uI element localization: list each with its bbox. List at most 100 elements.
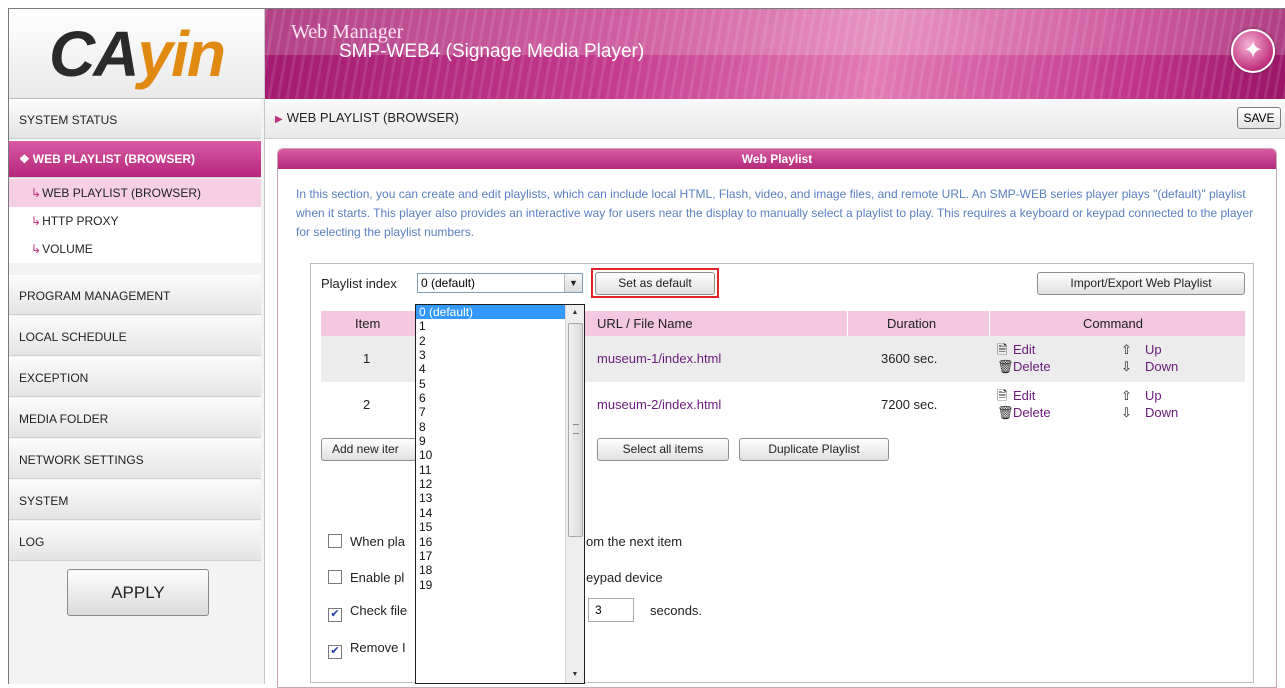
dropdown-option[interactable]: 8	[416, 420, 566, 434]
nav-program-management[interactable]: PROGRAM MANAGEMENT	[9, 275, 261, 315]
header-banner: Web Manager SMP-WEB4 (Signage Media Play…	[265, 9, 1285, 99]
chevron-down-icon[interactable]: ▼	[564, 274, 582, 292]
dropdown-scrollbar[interactable]: ▲ ▼	[565, 305, 584, 683]
checkbox-checked[interactable]: ✔	[328, 645, 342, 659]
logo-area: CAyin	[9, 9, 265, 99]
dropdown-option[interactable]: 4	[416, 362, 566, 376]
dropdown-option[interactable]: 10	[416, 448, 566, 462]
col-command: Command	[1083, 316, 1143, 331]
col-duration: Duration	[887, 316, 937, 331]
edit-icon: 🗎	[997, 342, 1008, 357]
subnav-web-playlist[interactable]: ↳WEB PLAYLIST (BROWSER)	[9, 179, 261, 207]
scroll-up-icon[interactable]: ▲	[566, 305, 584, 321]
apply-button[interactable]: APPLY	[67, 569, 209, 616]
sub-arrow-icon: ↳	[31, 242, 42, 256]
nav-system-status[interactable]: SYSTEM STATUS	[9, 99, 261, 139]
col-url: URL / File Name	[597, 316, 693, 331]
arrow-down-icon: ⇩	[1121, 359, 1132, 374]
dropdown-option[interactable]: 11	[416, 463, 566, 477]
trash-icon: 🗑	[997, 359, 1014, 374]
up-link[interactable]: Up	[1145, 342, 1162, 357]
row-item: 1	[363, 351, 371, 366]
dropdown-option[interactable]: 2	[416, 334, 566, 348]
subnav-http-proxy[interactable]: ↳HTTP PROXY	[9, 207, 261, 235]
subnav-volume[interactable]: ↳VOLUME	[9, 235, 261, 263]
diamond-bullet-icon: ❖	[19, 152, 30, 166]
scrollbar-thumb[interactable]	[568, 323, 583, 537]
select-all-button[interactable]: Select all items	[597, 438, 729, 461]
option-keypad[interactable]: Enable pl	[328, 569, 404, 587]
nav-network-settings[interactable]: NETWORK SETTINGS	[9, 439, 261, 479]
nav-exception[interactable]: EXCEPTION	[9, 357, 261, 397]
option-loop[interactable]: When pla	[328, 533, 405, 551]
dropdown-options[interactable]: 0 (default) 1 2 3 4 5 6 7 8 9 10 11 12 13 14 15 16 17 18 19	[416, 305, 566, 592]
row-url[interactable]: museum-2/index.html	[597, 382, 721, 428]
dropdown-option[interactable]: 6	[416, 391, 566, 405]
breadcrumb: ▶ WEB PLAYLIST (BROWSER)	[275, 110, 459, 125]
panel-title: Web Playlist	[278, 149, 1276, 169]
option-check-file-tail: seconds.	[650, 603, 703, 618]
option-check-file[interactable]: ✔ Check file	[328, 602, 407, 622]
dropdown-option[interactable]: 13	[416, 491, 566, 505]
sidebar: SYSTEM STATUS ❖ WEB PLAYLIST (BROWSER) ↳W…	[9, 99, 265, 684]
dropdown-option[interactable]: 1	[416, 319, 566, 333]
arrow-up-icon: ⇧	[1121, 388, 1132, 403]
scroll-down-icon[interactable]: ▼	[566, 667, 584, 683]
dropdown-option[interactable]: 7	[416, 405, 566, 419]
save-button[interactable]: SAVE	[1237, 107, 1281, 129]
nav-media-folder[interactable]: MEDIA FOLDER	[9, 398, 261, 438]
highlight-box	[591, 268, 719, 298]
cayin-logo: CAyin	[49, 17, 226, 90]
dropdown-option[interactable]: 3	[416, 348, 566, 362]
dropdown-option[interactable]: 0 (default)	[416, 305, 566, 320]
seconds-input[interactable]: 3	[588, 598, 634, 622]
dropdown-option[interactable]: 17	[416, 549, 566, 563]
duplicate-playlist-button[interactable]: Duplicate Playlist	[739, 438, 889, 461]
device-title: SMP-WEB4 (Signage Media Player)	[339, 41, 645, 62]
option-remove[interactable]: ✔ Remove I	[328, 639, 406, 659]
checkbox[interactable]	[328, 570, 342, 584]
nav-log[interactable]: LOG	[9, 521, 261, 561]
trash-icon: 🗑	[997, 405, 1014, 420]
row-url[interactable]: museum-1/index.html	[597, 336, 721, 382]
sub-arrow-icon: ↳	[31, 214, 42, 228]
triangle-right-icon: ▶	[275, 114, 283, 125]
playlist-index-select[interactable]: 0 (default) ▼	[417, 273, 583, 293]
option-keypad-tail: eypad device	[586, 570, 663, 585]
dropdown-option[interactable]: 9	[416, 434, 566, 448]
magic-wand-icon[interactable]: ✦	[1231, 29, 1275, 73]
dropdown-option[interactable]: 15	[416, 520, 566, 534]
edit-link[interactable]: Edit	[1013, 342, 1035, 357]
arrow-up-icon: ⇧	[1121, 342, 1132, 357]
delete-link[interactable]: Delete	[1013, 405, 1051, 420]
dropdown-option[interactable]: 14	[416, 506, 566, 520]
import-export-button[interactable]: Import/Export Web Playlist	[1037, 272, 1245, 295]
down-link[interactable]: Down	[1145, 405, 1178, 420]
checkbox[interactable]	[328, 534, 342, 548]
edit-icon: 🗎	[997, 388, 1008, 403]
nav-system[interactable]: SYSTEM	[9, 480, 261, 520]
playlist-index-label: Playlist index	[321, 276, 397, 291]
delete-link[interactable]: Delete	[1013, 359, 1051, 374]
checkbox-checked[interactable]: ✔	[328, 608, 342, 622]
nav-local-schedule[interactable]: LOCAL SCHEDULE	[9, 316, 261, 356]
arrow-down-icon: ⇩	[1121, 405, 1132, 420]
playlist-index-dropdown[interactable]: 0 (default) 1 2 3 4 5 6 7 8 9 10 11 12 13 14 15 16 17 18 19…	[415, 304, 585, 684]
up-link[interactable]: Up	[1145, 388, 1162, 403]
col-item: Item	[355, 316, 381, 331]
dropdown-option[interactable]: 5	[416, 377, 566, 391]
down-link[interactable]: Down	[1145, 359, 1178, 374]
dropdown-option[interactable]: 16	[416, 535, 566, 549]
dropdown-option[interactable]: 19	[416, 578, 566, 592]
nav-web-playlist[interactable]: ❖ WEB PLAYLIST (BROWSER)	[9, 140, 261, 178]
row-item: 2	[363, 397, 371, 412]
dropdown-option[interactable]: 12	[416, 477, 566, 491]
sub-arrow-icon: ↳	[31, 186, 42, 200]
dropdown-option[interactable]: 18	[416, 563, 566, 577]
add-new-item-button[interactable]: Add new iter	[321, 438, 421, 461]
row-duration: 7200 sec.	[881, 397, 938, 412]
breadcrumb-bar: ▶ WEB PLAYLIST (BROWSER) SAVE	[265, 99, 1285, 139]
edit-link[interactable]: Edit	[1013, 388, 1035, 403]
row-duration: 3600 sec.	[881, 351, 938, 366]
option-loop-tail: om the next item	[586, 534, 683, 549]
